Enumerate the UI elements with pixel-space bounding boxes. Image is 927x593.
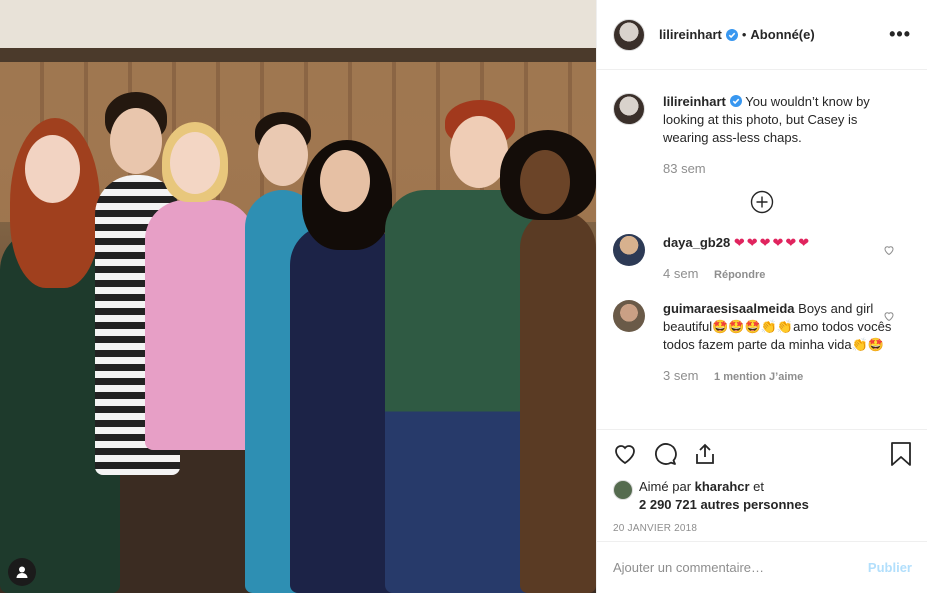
comment-item: daya_gb28 ❤❤❤❤❤❤ 4 sem Répondre — [613, 234, 911, 284]
verified-badge-icon — [725, 28, 738, 41]
like-comment-heart-icon[interactable] — [883, 310, 895, 322]
post-date[interactable]: 20 JANVIER 2018 — [613, 523, 912, 534]
instagram-post: lilireinhart • Abonné(e) ••• lilireinhar… — [0, 0, 927, 593]
figure-3-head — [170, 132, 220, 194]
add-comment-bar: Publier — [597, 541, 927, 593]
liker-username[interactable]: kharahcr — [695, 479, 750, 494]
load-more-comments-button[interactable] — [613, 190, 911, 214]
likes-summary: Aimé par kharahcr et 2 290 721 autres pe… — [613, 478, 912, 514]
comment-time[interactable]: 4 sem — [663, 266, 698, 281]
figure-7 — [520, 210, 596, 593]
post-header: lilireinhart • Abonné(e) ••• — [597, 0, 927, 70]
reply-button[interactable]: Répondre — [714, 269, 765, 281]
commenter-avatar[interactable] — [613, 300, 645, 332]
comment-text: ❤❤❤❤❤❤ — [733, 235, 812, 250]
follow-status-button[interactable]: Abonné(e) — [750, 27, 814, 42]
figure-4-head — [258, 124, 308, 186]
figure-1-head — [25, 135, 80, 203]
publish-button[interactable]: Publier — [868, 560, 912, 575]
caption-body: lilireinhart You wouldn’t know by lookin… — [663, 93, 893, 178]
likes-prefix: Aimé par — [639, 479, 695, 494]
more-options-icon[interactable]: ••• — [889, 24, 911, 45]
figure-7-head — [520, 150, 570, 214]
figure-5 — [290, 225, 400, 593]
comment-username[interactable]: guimaraesisaalmeida — [663, 301, 795, 316]
comments-section: lilireinhart You wouldn’t know by lookin… — [597, 70, 927, 386]
save-bookmark-icon[interactable] — [890, 442, 912, 466]
share-upload-icon[interactable] — [693, 442, 717, 466]
likes-others-count[interactable]: 2 290 721 autres personnes — [639, 497, 809, 512]
author-avatar[interactable] — [613, 18, 645, 51]
figure-5-head — [320, 150, 370, 212]
comment-meta: 4 sem Répondre — [663, 265, 893, 284]
comment-username[interactable]: daya_gb28 — [663, 235, 730, 250]
person-icon — [16, 566, 28, 578]
likes-text: Aimé par kharahcr et 2 290 721 autres pe… — [639, 478, 809, 514]
header-separator: • — [741, 27, 747, 42]
post-photo[interactable] — [0, 0, 596, 593]
figure-2-head — [110, 108, 162, 174]
action-icons-bar — [613, 440, 912, 468]
post-actions: Aimé par kharahcr et 2 290 721 autres pe… — [597, 429, 927, 534]
comment-meta: 3 sem 1 mention J’aime — [663, 367, 893, 386]
comment-body: daya_gb28 ❤❤❤❤❤❤ 4 sem Répondre — [663, 234, 893, 284]
comment-time[interactable]: 3 sem — [663, 368, 698, 383]
author-username[interactable]: lilireinhart — [659, 27, 722, 42]
figure-3 — [145, 200, 255, 450]
comment-likes-count[interactable]: 1 mention J’aime — [714, 371, 803, 383]
caption-avatar[interactable] — [613, 93, 645, 125]
likes-suffix: et — [749, 479, 765, 494]
post-sidebar: lilireinhart • Abonné(e) ••• lilireinhar… — [596, 0, 927, 593]
verified-badge-icon — [729, 95, 742, 107]
comment-item: guimaraesisaalmeida Boys and girl beauti… — [613, 300, 911, 386]
caption-time[interactable]: 83 sem — [663, 160, 893, 178]
add-comment-input[interactable] — [613, 560, 868, 575]
user-tag-button[interactable] — [8, 558, 36, 586]
comment-bubble-icon[interactable] — [653, 442, 677, 466]
like-comment-heart-icon[interactable] — [883, 244, 895, 256]
caption-username[interactable]: lilireinhart — [663, 94, 726, 109]
commenter-avatar[interactable] — [613, 234, 645, 266]
like-heart-icon[interactable] — [613, 442, 637, 466]
liker-avatar[interactable] — [613, 480, 633, 500]
caption: lilireinhart You wouldn’t know by lookin… — [613, 70, 911, 178]
photo-beam — [0, 48, 596, 62]
comment-body: guimaraesisaalmeida Boys and girl beauti… — [663, 300, 893, 386]
plus-circle-icon — [750, 190, 774, 214]
